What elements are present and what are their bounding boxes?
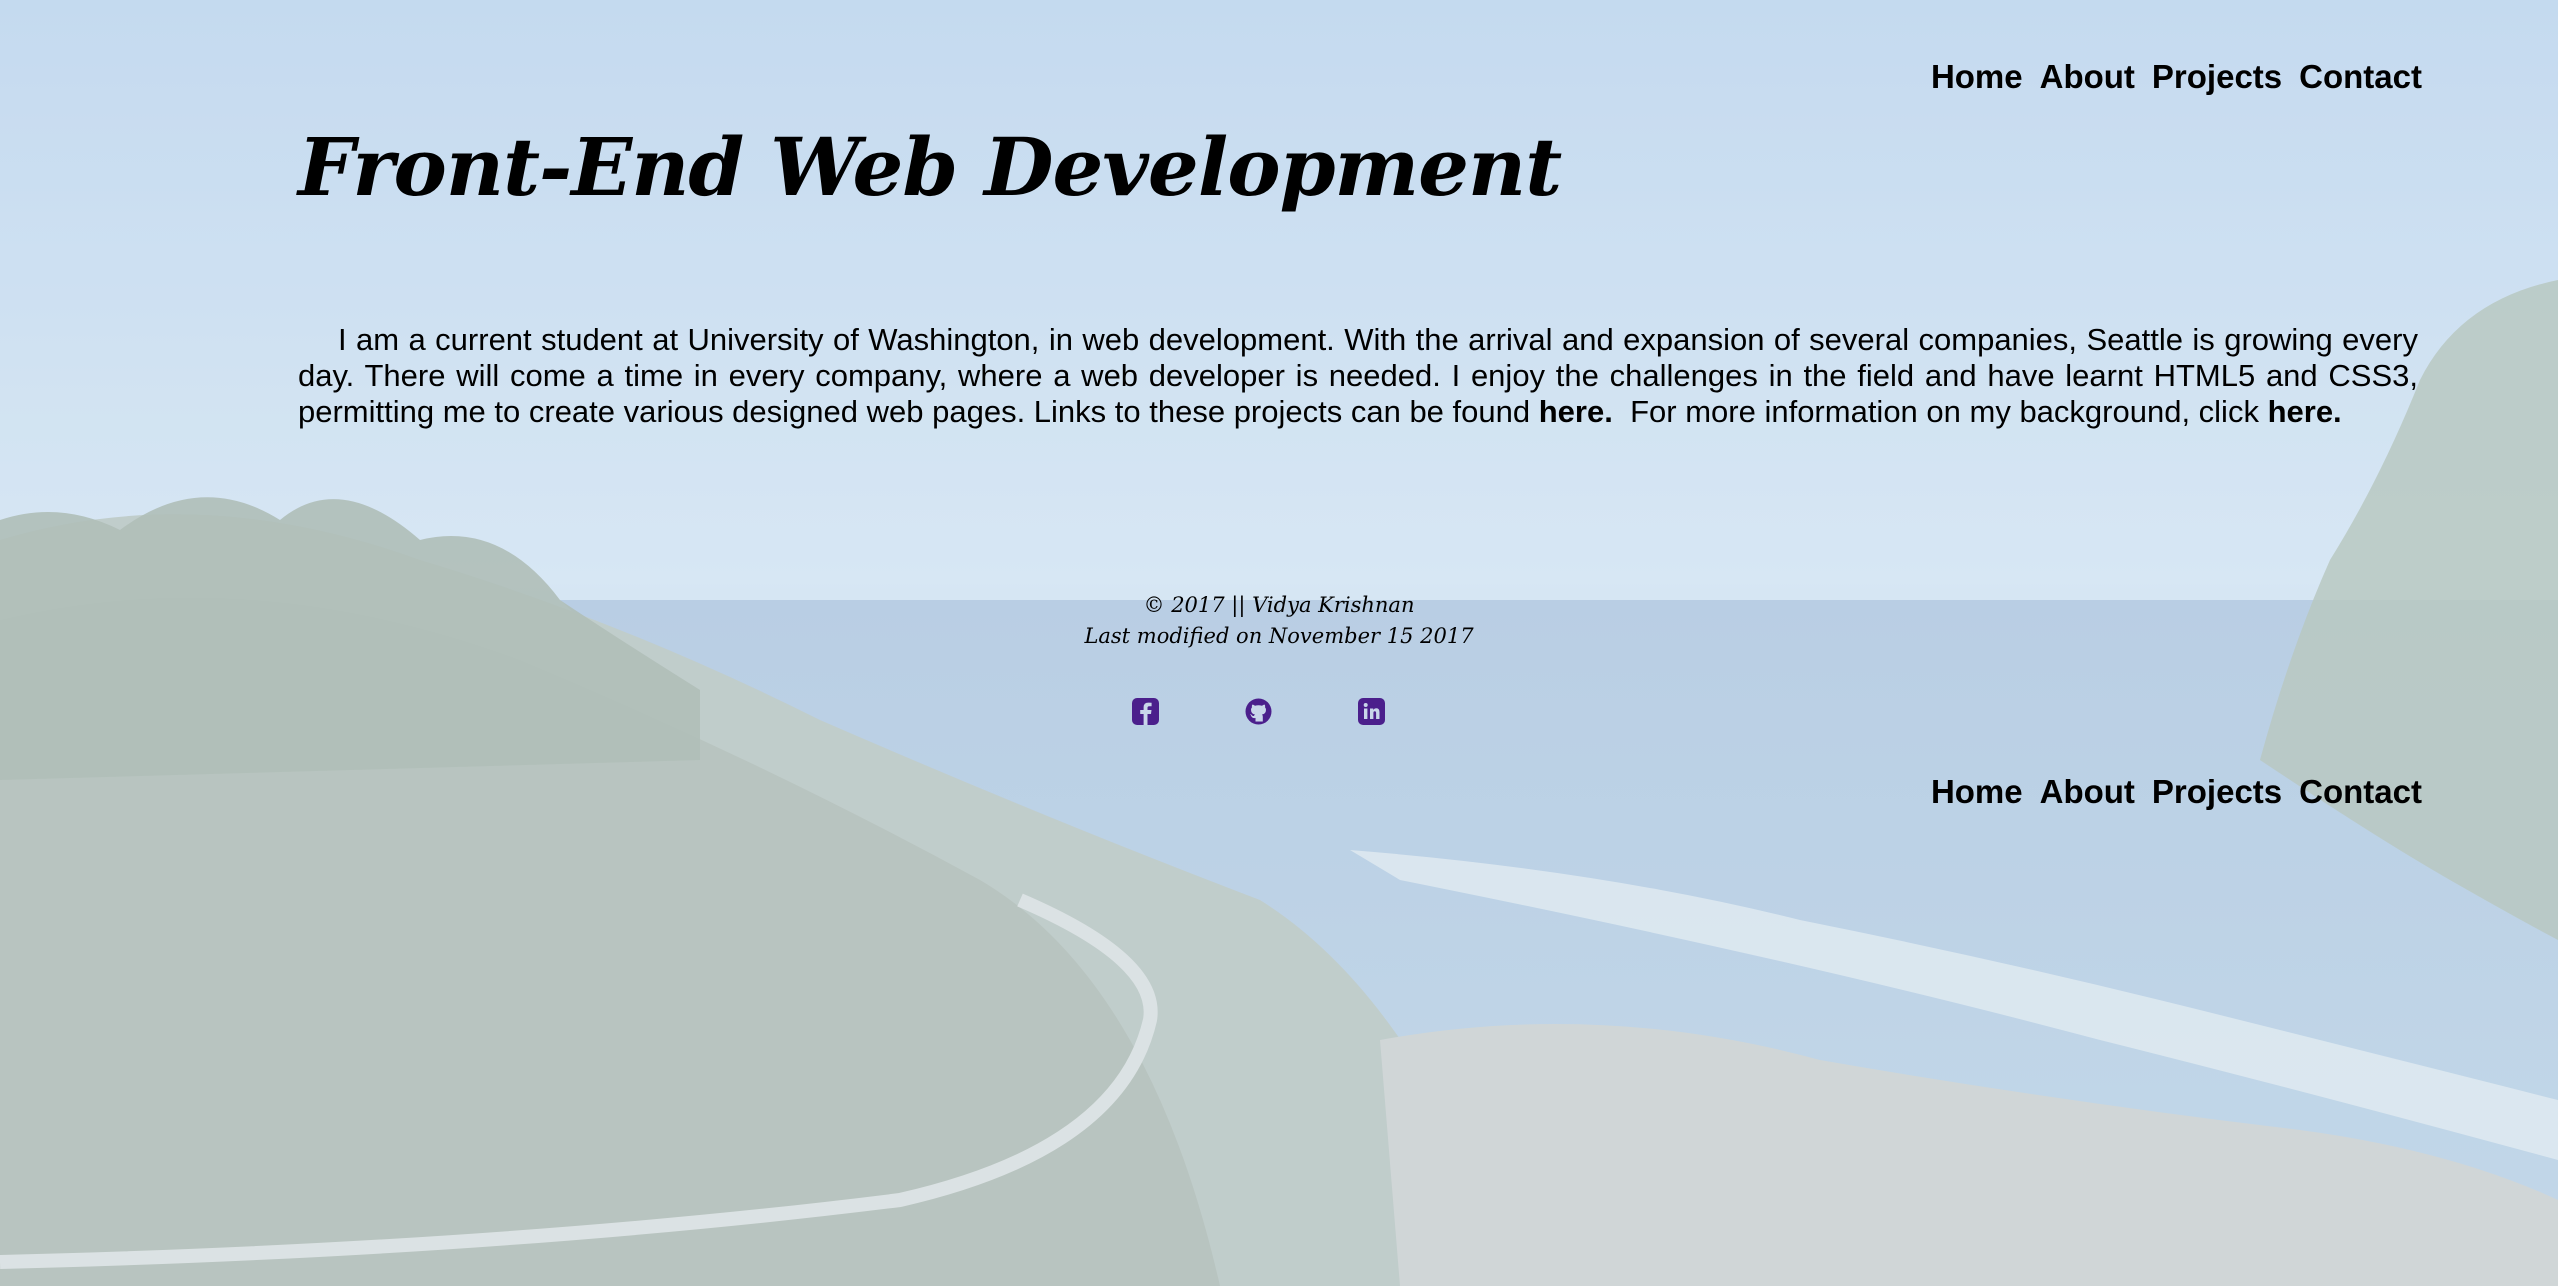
top-nav: Home About Projects Contact bbox=[1931, 58, 2422, 96]
page-title: Front-End Web Development bbox=[298, 120, 1562, 214]
page: Home About Projects Contact Front-End We… bbox=[0, 0, 2558, 1286]
last-modified-text: Last modified on November 15 2017 bbox=[1084, 624, 1474, 648]
nav-link-home[interactable]: Home bbox=[1931, 58, 2023, 96]
intro-paragraph: I am a current student at University of … bbox=[298, 322, 2418, 430]
social-links bbox=[1131, 697, 1386, 726]
nav-link-projects[interactable]: Projects bbox=[2152, 58, 2282, 96]
nav-link-projects[interactable]: Projects bbox=[2152, 773, 2282, 811]
nav-link-about[interactable]: About bbox=[2040, 773, 2135, 811]
copyright-text: © 2017 || Vidya Krishnan bbox=[1143, 593, 1415, 617]
intro-text-2: For more information on my background, c… bbox=[1630, 394, 2259, 429]
facebook-icon[interactable] bbox=[1131, 697, 1160, 726]
background-link[interactable]: here. bbox=[2268, 394, 2342, 429]
nav-link-home[interactable]: Home bbox=[1931, 773, 2023, 811]
nav-link-contact[interactable]: Contact bbox=[2299, 58, 2422, 96]
footer: © 2017 || Vidya Krishnan Last modified o… bbox=[0, 590, 2558, 652]
nav-link-about[interactable]: About bbox=[2040, 58, 2135, 96]
nav-link-contact[interactable]: Contact bbox=[2299, 773, 2422, 811]
linkedin-icon[interactable] bbox=[1357, 697, 1386, 726]
projects-link[interactable]: here. bbox=[1539, 394, 1613, 429]
bottom-nav: Home About Projects Contact bbox=[1931, 773, 2422, 811]
github-icon[interactable] bbox=[1244, 697, 1273, 726]
